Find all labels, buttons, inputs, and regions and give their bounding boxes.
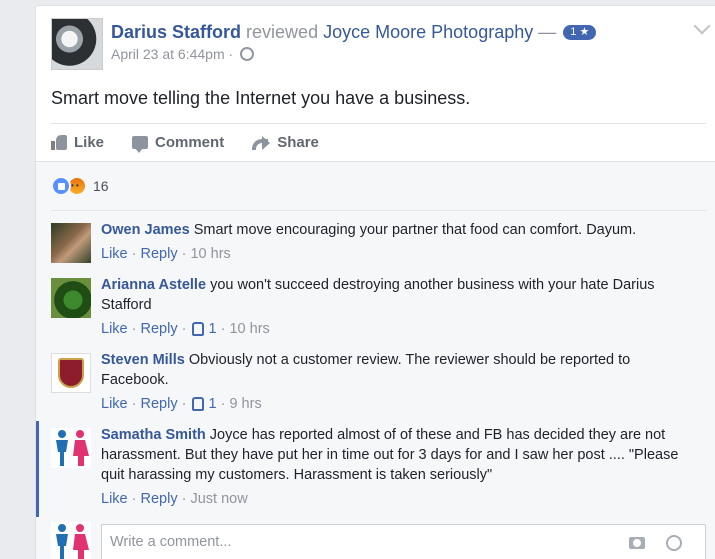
action-text: reviewed xyxy=(246,22,319,42)
commenter-name-link[interactable]: Arianna Astelle xyxy=(101,277,206,293)
commenter-avatar[interactable] xyxy=(51,223,91,263)
page-name-link[interactable]: Joyce Moore Photography xyxy=(323,22,533,42)
thumbs-up-icon xyxy=(192,397,205,411)
post-header: Darius Stafford reviewed Joyce Moore Pho… xyxy=(111,21,686,62)
comment-body: Steven Mills Obviously not a customer re… xyxy=(101,350,696,414)
people-icon xyxy=(56,430,89,466)
comment-like-link[interactable]: Like xyxy=(101,321,128,337)
comment-time[interactable]: 10 hrs xyxy=(190,246,230,262)
comment-actions: Like · Reply · 1 · 10 hrs xyxy=(101,321,270,337)
rating-badge: 1 ★ xyxy=(563,25,597,40)
people-icon xyxy=(56,524,89,559)
comment-button[interactable]: Comment xyxy=(132,134,225,153)
comment-input[interactable]: Write a comment... xyxy=(101,524,706,559)
comment-reply-link[interactable]: Reply xyxy=(141,491,178,507)
comment-reply-link[interactable]: Reply xyxy=(141,396,178,412)
action-bar: Like Comment Share xyxy=(51,123,706,161)
divider xyxy=(51,210,706,211)
like-reaction-icon xyxy=(51,176,71,196)
globe-icon xyxy=(240,47,255,61)
comment-like-link[interactable]: Like xyxy=(101,396,128,412)
thumbs-up-icon xyxy=(192,322,205,336)
comment-body: Arianna Astelle you won't succeed destro… xyxy=(101,275,696,339)
post-meta: April 23 at 6:44pm · xyxy=(111,46,686,62)
like-button[interactable]: Like xyxy=(51,134,104,151)
comment-like-link[interactable]: Like xyxy=(101,246,128,262)
like-button-label: Like xyxy=(74,134,105,151)
commenter-name-link[interactable]: Owen James xyxy=(101,222,190,238)
commenter-avatar[interactable] xyxy=(51,278,91,318)
comment-like-link[interactable]: Like xyxy=(101,491,128,507)
emoji-icon[interactable] xyxy=(666,535,682,551)
reactions-count: 16 xyxy=(93,178,109,194)
reactions-summary[interactable]: 16 xyxy=(51,176,109,196)
comment-input-placeholder: Write a comment... xyxy=(110,534,232,550)
comment-time[interactable]: 9 hrs xyxy=(229,396,261,412)
camera-icon[interactable] xyxy=(629,537,645,549)
comment-text: Smart move encouraging your partner that… xyxy=(193,222,637,238)
my-avatar[interactable] xyxy=(51,522,91,559)
comment-item: Samatha Smith Joyce has reported almost … xyxy=(36,421,706,517)
comment-item: Steven Mills Obviously not a customer re… xyxy=(51,350,706,422)
comment-body: Owen James Smart move encouraging your p… xyxy=(101,220,696,264)
comment-actions: Like · Reply · 10 hrs xyxy=(101,246,231,262)
commenter-avatar[interactable] xyxy=(51,428,91,468)
comment-actions: Like · Reply · Just now xyxy=(101,491,248,507)
new-comment-highlight xyxy=(36,421,39,517)
share-button-label: Share xyxy=(277,134,319,151)
title-dash: — xyxy=(538,22,557,42)
crest-icon xyxy=(58,358,84,388)
comment-button-label: Comment xyxy=(155,134,225,151)
commenter-avatar[interactable] xyxy=(51,353,91,393)
comment-time[interactable]: 10 hrs xyxy=(229,321,269,337)
comment-reply-link[interactable]: Reply xyxy=(141,321,178,337)
author-avatar[interactable] xyxy=(51,18,103,70)
share-arrow-icon xyxy=(252,135,271,150)
comment-like-count[interactable]: 1 xyxy=(209,321,217,337)
meta-separator: · xyxy=(228,46,234,62)
comment-item: Owen James Smart move encouraging your p… xyxy=(51,220,706,272)
post-title: Darius Stafford reviewed Joyce Moore Pho… xyxy=(111,21,686,43)
commenter-name-link[interactable]: Steven Mills xyxy=(101,352,185,368)
comment-time[interactable]: Just now xyxy=(190,491,247,507)
comment-composer: Write a comment... xyxy=(51,522,706,559)
post-timestamp[interactable]: April 23 at 6:44pm xyxy=(111,46,225,62)
review-post-card: Darius Stafford reviewed Joyce Moore Pho… xyxy=(35,5,715,559)
thumbs-up-icon xyxy=(51,135,67,150)
comment-actions: Like · Reply · 1 · 9 hrs xyxy=(101,396,262,412)
comment-like-count[interactable]: 1 xyxy=(209,396,217,412)
author-name-link[interactable]: Darius Stafford xyxy=(111,22,241,42)
chevron-down-icon[interactable] xyxy=(693,17,711,35)
comment-reply-link[interactable]: Reply xyxy=(141,246,178,262)
comment-body: Samatha Smith Joyce has reported almost … xyxy=(101,425,696,509)
comment-icon xyxy=(132,136,149,153)
post-text: Smart move telling the Internet you have… xyxy=(51,88,471,108)
comments-section: 16 Owen James Smart move encouraging you… xyxy=(36,161,715,559)
commenter-name-link[interactable]: Samatha Smith xyxy=(101,427,206,443)
comment-item: Arianna Astelle you won't succeed destro… xyxy=(51,275,706,347)
share-button[interactable]: Share xyxy=(252,134,319,151)
